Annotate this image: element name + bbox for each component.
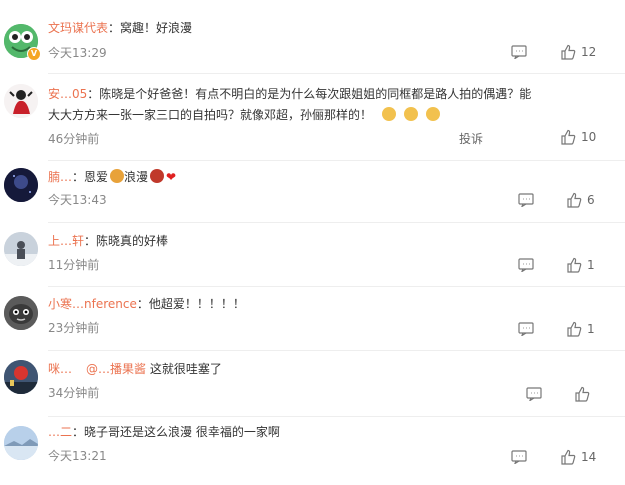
- comment-body: …二：晓子哥还是这么浪漫 很幸福的一家啊: [48, 421, 280, 443]
- comment-item: 咪… @…播果酱 这就很哇塞了 34分钟前: [0, 352, 625, 418]
- comment-text-continued: 大大方方来一张一家三口的自拍吗？就像邓超，孙俪那样的！: [48, 104, 441, 126]
- heart-emoji-icon: ❤: [166, 170, 177, 184]
- comment-time: 今天13:21: [48, 449, 107, 463]
- cartoon-avatar-icon: [4, 296, 38, 330]
- comment-text: ：晓子哥还是这么浪漫 很幸福的一家啊: [72, 425, 280, 439]
- flower-emoji-icon: [110, 169, 125, 183]
- doge-emoji-icon: [426, 107, 441, 121]
- username-link[interactable]: …二: [48, 425, 72, 439]
- verified-badge-icon: V: [27, 47, 41, 61]
- comment-body: 文玛谋代表：窝趣！好浪漫: [48, 17, 192, 39]
- like-icon[interactable]: [566, 257, 582, 273]
- doge-emoji-icon: [404, 107, 419, 121]
- username-link[interactable]: 文玛谋代表: [48, 21, 108, 35]
- comment-item: 小寒…nference：他超爱！！！！！ 23分钟前 1: [0, 288, 625, 352]
- comment-item: 上…轩：陈晓真的好棒 11分钟前 1: [0, 224, 625, 288]
- comment-body: 腩…：恩爱 浪漫 ❤: [48, 166, 176, 188]
- comment-icon[interactable]: [526, 387, 542, 401]
- doge-emoji-icon: [382, 107, 397, 121]
- comment-text: ：他超爱！！！！！: [136, 297, 245, 311]
- like-count: 10: [581, 130, 597, 144]
- user-avatar[interactable]: [4, 426, 38, 460]
- username-link[interactable]: 腩…: [48, 170, 72, 184]
- comment-body: 小寒…nference：他超爱！！！！！: [48, 293, 245, 315]
- like-count: 12: [581, 45, 597, 59]
- comment-body: 咪… @…播果酱 这就很哇塞了: [48, 358, 222, 380]
- comment-icon[interactable]: [518, 258, 534, 272]
- comment-time: 今天13:29: [48, 46, 107, 60]
- comment-text: ：窝趣！好浪漫: [108, 21, 193, 35]
- divider: [48, 350, 625, 351]
- user-avatar[interactable]: [4, 232, 38, 266]
- username-link[interactable]: 安…05: [48, 87, 87, 101]
- username-link[interactable]: 小寒…nference: [48, 297, 137, 311]
- figure-avatar-icon: [4, 84, 38, 118]
- comment-icon[interactable]: [511, 450, 527, 464]
- username-link[interactable]: 咪…: [48, 362, 72, 376]
- comment-item: …二：晓子哥还是这么浪漫 很幸福的一家啊 今天13:21 14: [0, 418, 625, 485]
- divider: [48, 222, 625, 223]
- user-avatar[interactable]: [4, 296, 38, 330]
- like-icon[interactable]: [560, 129, 576, 145]
- dark-avatar-icon: [4, 168, 38, 202]
- comment-text: ：陈晓是个好爸爸！有点不明白的是为什么每次跟姐姐的同框都是路人拍的偶遇？能: [87, 87, 532, 101]
- comment-time: 34分钟前: [48, 386, 100, 400]
- user-avatar[interactable]: [4, 168, 38, 202]
- scene-avatar-icon: [4, 360, 38, 394]
- snow-avatar-icon: [4, 232, 38, 266]
- user-avatar[interactable]: [4, 360, 38, 394]
- comment-time: 46分钟前: [48, 132, 100, 146]
- like-count: 6: [587, 193, 595, 207]
- like-icon[interactable]: [560, 44, 576, 60]
- comment-text: 这就很哇塞了: [146, 362, 222, 376]
- comment-item: 安…05：陈晓是个好爸爸！有点不明白的是为什么每次跟姐姐的同框都是路人拍的偶遇？…: [0, 74, 625, 162]
- like-icon[interactable]: [574, 386, 590, 402]
- comment-time: 23分钟前: [48, 321, 100, 335]
- comment-body: 安…05：陈晓是个好爸爸！有点不明白的是为什么每次跟姐姐的同框都是路人拍的偶遇？…: [48, 83, 531, 105]
- comment-text: ：恩爱: [72, 170, 109, 184]
- like-count: 14: [581, 450, 597, 464]
- comment-item: V 文玛谋代表：窝趣！好浪漫 今天13:29 12: [0, 0, 625, 74]
- username-link[interactable]: 上…轩: [48, 234, 84, 248]
- like-icon[interactable]: [566, 321, 582, 337]
- comment-body: 上…轩：陈晓真的好棒: [48, 230, 168, 252]
- mention-link[interactable]: @…播果酱: [86, 362, 146, 376]
- comment-icon[interactable]: [518, 193, 534, 207]
- divider: [48, 286, 625, 287]
- comment-text: ：陈晓真的好棒: [84, 234, 169, 248]
- divider: [48, 416, 625, 417]
- report-button[interactable]: 投诉: [459, 130, 483, 147]
- comment-icon[interactable]: [518, 322, 534, 336]
- rose-emoji-icon: [150, 169, 165, 183]
- comment-item: 腩…：恩爱 浪漫 ❤ 今天13:43 6: [0, 160, 625, 224]
- comment-time: 今天13:43: [48, 193, 107, 207]
- comment-text: 浪漫: [124, 170, 149, 184]
- sky-avatar-icon: [4, 426, 38, 460]
- like-icon[interactable]: [560, 449, 576, 465]
- like-icon[interactable]: [566, 192, 582, 208]
- comment-time: 11分钟前: [48, 258, 100, 272]
- user-avatar[interactable]: [4, 84, 38, 118]
- like-count: 1: [587, 258, 595, 272]
- comment-icon[interactable]: [511, 45, 527, 59]
- like-count: 1: [587, 322, 595, 336]
